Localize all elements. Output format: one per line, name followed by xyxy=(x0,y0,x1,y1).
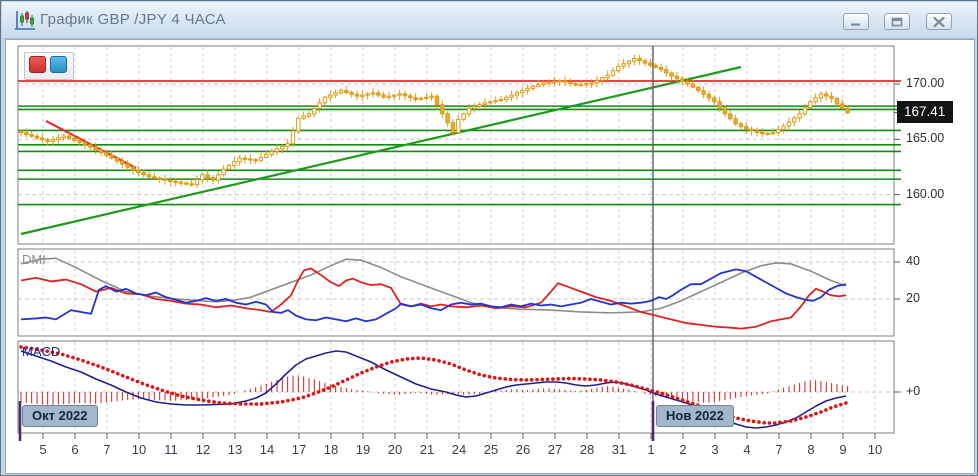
chart-client-area[interactable] xyxy=(5,39,975,474)
red-marker-button[interactable] xyxy=(29,56,46,73)
candlestick-chart-icon xyxy=(15,11,35,30)
window-title: График GBP /JPY 4 ЧАСА xyxy=(40,11,226,28)
restore-button[interactable] xyxy=(884,13,910,30)
window-titlebar[interactable]: График GBP /JPY 4 ЧАСА xyxy=(2,2,977,39)
minimize-button[interactable] xyxy=(843,13,869,30)
close-button[interactable] xyxy=(926,13,952,30)
blue-marker-button[interactable] xyxy=(50,56,67,73)
chart-window: График GBP /JPY 4 ЧАСА DMI MACD Окт 2022… xyxy=(0,0,978,476)
